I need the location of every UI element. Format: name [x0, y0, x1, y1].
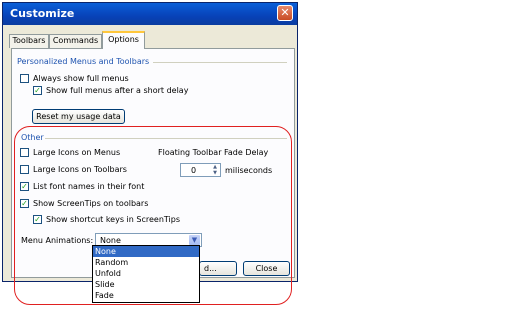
- other-group-title: Other: [21, 133, 44, 142]
- partially-hidden-button[interactable]: d...: [199, 261, 237, 276]
- customize-dialog: Customize ✕ Toolbars Commands Options Pe…: [2, 2, 298, 282]
- personalized-group-title: Personalized Menus and Toolbars: [17, 57, 150, 66]
- menu-animations-value: None: [100, 236, 121, 245]
- dropdown-option[interactable]: Slide: [93, 279, 199, 290]
- always-full-menus-checkbox[interactable]: [20, 74, 29, 83]
- close-window-button[interactable]: ✕: [277, 5, 293, 21]
- window-title: Customize: [10, 7, 75, 20]
- title-bar[interactable]: Customize ✕: [3, 3, 297, 25]
- check-icon: ✓: [21, 182, 28, 191]
- dropdown-option[interactable]: None: [93, 246, 199, 257]
- large-icons-menus-label: Large Icons on Menus: [33, 148, 121, 157]
- always-full-menus-label: Always show full menus: [33, 74, 129, 83]
- spin-down-icon[interactable]: ▼: [211, 171, 219, 176]
- menu-animations-dropdown: None Random Unfold Slide Fade: [92, 245, 200, 303]
- dropdown-option[interactable]: Unfold: [93, 268, 199, 279]
- list-font-names-label: List font names in their font: [33, 182, 145, 191]
- fade-delay-spinner[interactable]: 0 ▲ ▼: [180, 163, 221, 177]
- check-icon: ✓: [34, 215, 41, 224]
- chevron-down-icon[interactable]: ▼: [189, 235, 200, 245]
- show-screentips-checkbox[interactable]: ✓: [20, 199, 29, 208]
- close-button[interactable]: Close: [243, 261, 290, 276]
- fade-delay-value: 0: [191, 166, 197, 175]
- full-menus-delay-label: Show full menus after a short delay: [46, 86, 189, 95]
- reset-usage-button[interactable]: Reset my usage data: [32, 109, 125, 124]
- fade-delay-label: Floating Toolbar Fade Delay: [158, 148, 269, 157]
- tab-options[interactable]: Options: [102, 31, 145, 49]
- menu-animations-label: Menu Animations:: [21, 236, 94, 245]
- close-icon: ✕: [280, 6, 290, 19]
- list-font-names-checkbox[interactable]: ✓: [20, 182, 29, 191]
- fade-delay-unit: miliseconds: [225, 166, 273, 175]
- show-shortcut-keys-checkbox[interactable]: ✓: [33, 215, 42, 224]
- tab-commands[interactable]: Commands: [49, 34, 102, 48]
- dropdown-option[interactable]: Random: [93, 257, 199, 268]
- show-screentips-label: Show ScreenTips on toolbars: [33, 199, 149, 208]
- show-shortcut-keys-label: Show shortcut keys in ScreenTips: [46, 215, 180, 224]
- tab-toolbars[interactable]: Toolbars: [9, 34, 49, 48]
- large-icons-toolbars-checkbox[interactable]: [20, 165, 29, 174]
- divider: [45, 138, 287, 139]
- check-icon: ✓: [21, 199, 28, 208]
- dropdown-option[interactable]: Fade: [93, 290, 199, 301]
- large-icons-menus-checkbox[interactable]: [20, 148, 29, 157]
- check-icon: ✓: [34, 86, 41, 95]
- full-menus-delay-checkbox[interactable]: ✓: [33, 86, 42, 95]
- divider: [153, 62, 287, 63]
- large-icons-toolbars-label: Large Icons on Toolbars: [33, 165, 127, 174]
